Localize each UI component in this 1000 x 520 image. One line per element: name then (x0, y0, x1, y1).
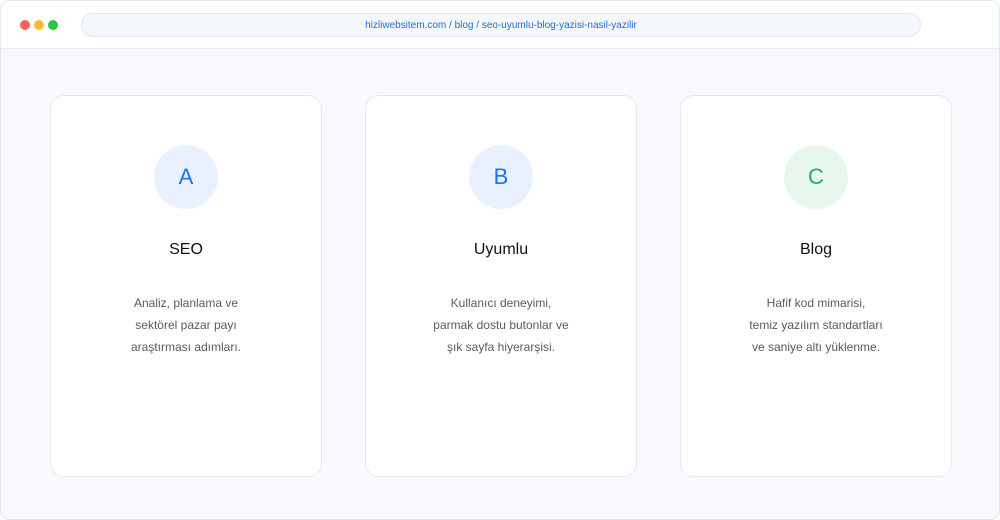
card-description: Hafif kod mimarisi, temiz yazılım standa… (681, 292, 951, 358)
card-title: SEO (169, 241, 203, 258)
card-title: Uyumlu (473, 241, 529, 258)
badge-letter: B (493, 164, 509, 189)
card-title: Blog (799, 241, 833, 258)
card-description-line: ve saniye altı yüklenme. (751, 340, 881, 354)
card-description-line: Kullanıcı deneyimi, (450, 296, 552, 310)
browser-window: hizliwebsitem.com / blog / seo-uyumlu-bl… (0, 0, 1000, 520)
browser-titlebar: hizliwebsitem.com / blog / seo-uyumlu-bl… (1, 1, 999, 49)
address-bar-url: hizliwebsitem.com / blog / seo-uyumlu-bl… (365, 19, 637, 31)
card-description: Analiz, planlama ve sektörel pazar payı … (51, 292, 321, 358)
card-description: Kullanıcı deneyimi, parmak dostu butonla… (366, 292, 636, 358)
maximize-window-button[interactable] (48, 20, 58, 30)
card-description-line: sektörel pazar payı (135, 318, 237, 332)
feature-card-uyumlu: B Uyumlu Kullanıcı deneyimi, parmak dost… (365, 95, 637, 477)
page-content: A SEO Analiz, planlama ve sektörel pazar… (1, 49, 999, 519)
letter-badge: C (784, 145, 848, 209)
letter-badge: A (154, 145, 218, 209)
card-description-line: araştırması adımları. (130, 340, 242, 354)
feature-card-seo: A SEO Analiz, planlama ve sektörel pazar… (50, 95, 322, 477)
feature-card-blog: C Blog Hafif kod mimarisi, temiz yazılım… (680, 95, 952, 477)
card-description-line: temiz yazılım standartları (749, 318, 883, 332)
card-description-line: Analiz, planlama ve (133, 296, 239, 310)
card-description-line: parmak dostu butonlar ve (433, 318, 569, 332)
close-window-button[interactable] (20, 20, 30, 30)
card-description-line: şık sayfa hiyerarşisi. (446, 340, 556, 354)
minimize-window-button[interactable] (34, 20, 44, 30)
letter-badge: B (469, 145, 533, 209)
badge-letter: A (178, 164, 194, 189)
address-bar[interactable]: hizliwebsitem.com / blog / seo-uyumlu-bl… (81, 13, 921, 37)
card-description-line: Hafif kod mimarisi, (766, 296, 866, 310)
badge-letter: C (808, 164, 824, 189)
